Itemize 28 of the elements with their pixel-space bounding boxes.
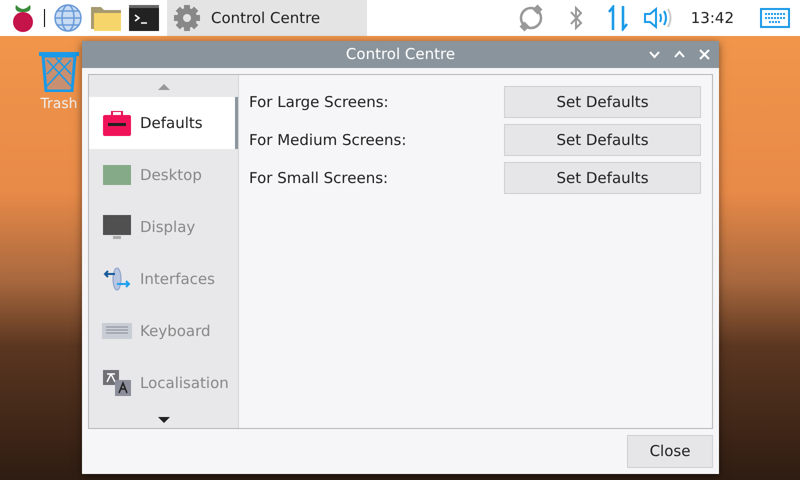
keyboard-icon	[102, 323, 132, 339]
set-defaults-button[interactable]: Set Defaults	[504, 124, 701, 156]
taskbar-button[interactable]: Control Centre	[167, 0, 367, 36]
set-defaults-button[interactable]: Set Defaults	[504, 86, 701, 118]
row-label: For Small Screens:	[249, 168, 388, 189]
row-label: For Large Screens:	[249, 92, 389, 113]
translate-icon	[103, 370, 131, 396]
volume-icon[interactable]	[642, 6, 673, 30]
window-title: Control Centre	[346, 44, 456, 66]
keyboard-icon[interactable]	[760, 8, 790, 28]
gear-icon	[173, 4, 201, 32]
scroll-down-icon[interactable]	[158, 417, 170, 423]
clock[interactable]: 13:42	[690, 6, 734, 30]
network-arrows-icon[interactable]	[606, 5, 629, 31]
scroll-up-icon[interactable]	[158, 84, 170, 90]
desktop-icon	[103, 165, 131, 185]
arrows-icon	[103, 267, 131, 291]
raspberry-icon[interactable]	[10, 3, 36, 33]
close-button[interactable]: Close	[627, 435, 713, 468]
row-label: For Medium Screens:	[249, 130, 406, 151]
toolbox-icon	[102, 110, 132, 136]
folder-icon[interactable]	[91, 5, 121, 31]
bluetooth-icon[interactable]	[568, 5, 583, 31]
sidebar-item[interactable]: Defaults	[89, 97, 238, 149]
globe-icon[interactable]	[53, 3, 83, 33]
terminal-icon[interactable]	[129, 5, 159, 31]
monitor-icon	[103, 214, 131, 240]
set-defaults-button[interactable]: Set Defaults	[504, 162, 701, 194]
